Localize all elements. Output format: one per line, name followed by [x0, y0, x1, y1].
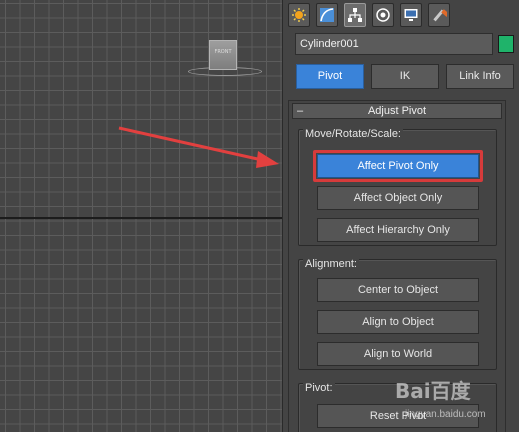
utilities-tab[interactable] [428, 3, 450, 27]
grid-axis-line [0, 217, 282, 219]
center-to-object-button[interactable]: Center to Object [317, 278, 479, 302]
rollout-title: Adjust Pivot [367, 105, 427, 117]
move-rotate-scale-label: Move/Rotate/Scale: [303, 128, 403, 140]
sun-create-icon [292, 8, 306, 22]
link-info-button[interactable]: Link Info [446, 64, 514, 89]
affect-pivot-only-button[interactable]: Affect Pivot Only [317, 154, 479, 178]
pivot-button[interactable]: Pivot [296, 64, 364, 89]
alignment-group: Alignment: Center to Object Align to Obj… [298, 258, 497, 370]
ik-button[interactable]: IK [371, 64, 439, 89]
adjust-pivot-rollout: – Adjust Pivot Move/Rotate/Scale: Affect… [288, 100, 506, 432]
command-panel-tabs [283, 0, 519, 30]
object-name-field[interactable]: Cylinder001 [295, 33, 493, 55]
hammer-utilities-icon [433, 9, 447, 22]
display-monitor-icon [404, 9, 418, 21]
rollout-collapse-toggle[interactable]: – [297, 104, 303, 118]
motion-icon [376, 8, 390, 22]
create-tab[interactable] [288, 3, 310, 27]
rollout-header[interactable]: – Adjust Pivot [292, 103, 502, 119]
modify-tab[interactable] [316, 3, 338, 27]
motion-tab[interactable] [372, 3, 394, 27]
hierarchy-tab[interactable] [344, 3, 366, 27]
display-tab[interactable] [400, 3, 422, 27]
command-panel: Cylinder001 Pivot IK Link Info – Adjust … [282, 0, 519, 432]
affect-object-only-button[interactable]: Affect Object Only [317, 186, 479, 210]
viewcube-face-front[interactable]: FRONT [209, 40, 237, 70]
front-viewport[interactable]: FRONT [0, 0, 282, 432]
affect-hierarchy-only-button[interactable]: Affect Hierarchy Only [317, 218, 479, 242]
viewcube[interactable]: FRONT [188, 38, 264, 80]
align-to-object-button[interactable]: Align to Object [317, 310, 479, 334]
pivot-group-label: Pivot: [303, 382, 335, 394]
curve-modify-icon [320, 8, 334, 22]
hierarchy-icon [348, 8, 362, 22]
pivot-group: Pivot: Reset Pivot [298, 382, 497, 432]
reset-pivot-button[interactable]: Reset Pivot [317, 404, 479, 428]
object-color-swatch[interactable] [498, 35, 514, 53]
alignment-label: Alignment: [303, 258, 359, 270]
align-to-world-button[interactable]: Align to World [317, 342, 479, 366]
move-rotate-scale-group: Move/Rotate/Scale: Affect Pivot Only Aff… [298, 128, 497, 246]
